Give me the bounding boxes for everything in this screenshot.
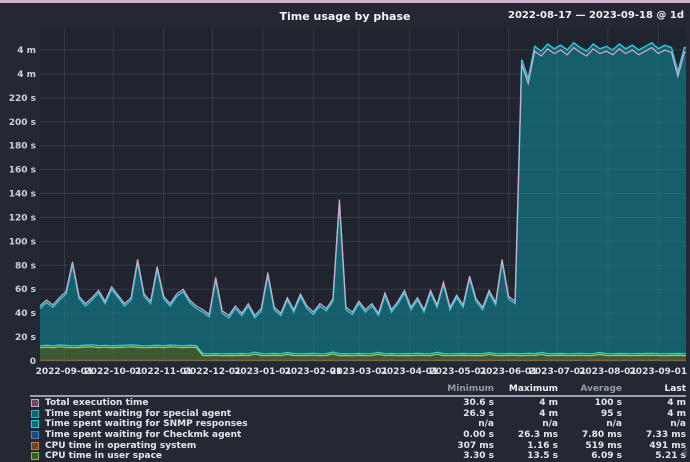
max-value: 4 m [494,409,558,419]
graph-panel: Time usage by phase 2022-08-17 — 2023-09… [0,0,690,458]
x-tick-label: 2023-01-01 [234,367,292,377]
series-label-cell: Time spent waiting for SNMP responses [30,419,430,429]
legend-row: CPU time in operating system 307 ms1.16 s… [30,440,686,451]
y-tick-label: 160 s [9,166,36,176]
legend-row: Total execution time30.6 s4 m100 s4 m [30,398,686,409]
series-swatch-icon [31,420,39,428]
series-label: Time spent waiting for Checkmk agent [45,430,241,440]
y-tick-label: 20 s [15,333,36,343]
series-label: CPU time in operating system [45,441,196,451]
last-value: 7.33 ms [622,430,686,440]
last-value: n/a [622,419,686,429]
avg-value: n/a [558,419,622,429]
y-tick-label: 100 s [9,237,36,247]
legend-row: CPU time in user space 3.30 s13.5 s6.09 s… [30,451,686,462]
x-tick-label: 2023-09-01 [630,367,688,377]
y-tick-label: 80 s [15,261,36,271]
last-value: 4 m [622,409,686,419]
series-label-cell: Total execution time [30,398,430,408]
column-header-average: Average [558,384,622,394]
avg-value: 6.09 s [558,451,622,461]
series-label: CPU time in user space [45,451,162,461]
column-header-minimum: Minimum [430,384,494,394]
column-header-maximum: Maximum [494,384,558,394]
series-swatch-icon [31,431,39,439]
min-value: 3.30 s [430,451,494,461]
y-tick-label: 60 s [15,285,36,295]
y-tick-label: 40 s [15,309,36,319]
min-value: 26.9 s [430,409,494,419]
max-value: 26.3 ms [494,430,558,440]
column-header-last: Last [622,384,686,394]
legend-row: Time spent waiting for SNMP responses n/a… [30,419,686,430]
legend-row: Time spent waiting for Checkmk agent 0.00… [30,430,686,441]
x-tick-label: 2022-12-01 [184,367,242,377]
max-value: n/a [494,419,558,429]
x-tick-label: 2023-08-01 [579,367,637,377]
series-label-cell: CPU time in user space [30,451,430,461]
series-swatch-icon [31,410,39,418]
min-value: 30.6 s [430,398,494,408]
x-axis-labels: 2022-09-012022-10-012022-11-012022-12-01… [36,367,688,377]
max-value: 13.5 s [494,451,558,461]
avg-value: 95 s [558,409,622,419]
last-value: 4 m [622,398,686,408]
legend-row: Time spent waiting for special agent 26.9… [30,409,686,420]
series-label-cell: CPU time in operating system [30,441,430,451]
x-tick-label: 2023-03-01 [330,367,388,377]
legend-header-row: Minimum Maximum Average Last [30,382,686,394]
y-tick-label: 0 [30,357,36,367]
series-label: Time spent waiting for SNMP responses [45,419,248,429]
series-swatch-icon [31,399,39,407]
x-tick-label: 2023-05-01 [429,367,487,377]
series-swatch-icon [31,442,39,450]
series-label-cell: Time spent waiting for special agent [30,409,430,419]
series-label-cell: Time spent waiting for Checkmk agent [30,430,430,440]
series-label: Total execution time [45,398,148,408]
avg-value: 519 ms [558,441,622,451]
avg-value: 100 s [558,398,622,408]
y-tick-label: 140 s [9,190,36,200]
y-axis-labels: 0 20 s 40 s 60 s 80 s 100 s 120 s 140 s 160 s 180… [9,46,36,367]
legend-rows: Total execution time30.6 s4 m100 s4 mTim… [30,398,686,462]
series-label: Time spent waiting for special agent [45,409,231,419]
y-tick-label: 220 s [9,94,36,104]
y-tick-label: 180 s [9,142,36,152]
series-swatch-icon [31,452,39,460]
min-value: 0.00 s [430,430,494,440]
min-value: n/a [430,419,494,429]
y-tick-label: 4 m [17,46,36,56]
y-tick-label: 200 s [9,118,36,128]
max-value: 4 m [494,398,558,408]
x-tick-label: 2023-07-01 [529,367,587,377]
y-tick-label: 120 s [9,213,36,223]
legend-table: Minimum Maximum Average Last Total execu… [30,382,686,462]
x-tick-label: 2022-10-01 [84,367,142,377]
max-value: 1.16 s [494,441,558,451]
legend-separator [30,395,686,397]
time-usage-chart[interactable]: 0 20 s 40 s 60 s 80 s 100 s 120 s 140 s 160 s 180… [0,3,690,383]
y-tick-label: 4 m [17,70,36,80]
chart-canvas[interactable]: 0 20 s 40 s 60 s 80 s 100 s 120 s 140 s 160 s 180… [0,3,690,383]
min-value: 307 ms [430,441,494,451]
resize-handle-icon[interactable] [677,445,688,456]
avg-value: 7.80 ms [558,430,622,440]
